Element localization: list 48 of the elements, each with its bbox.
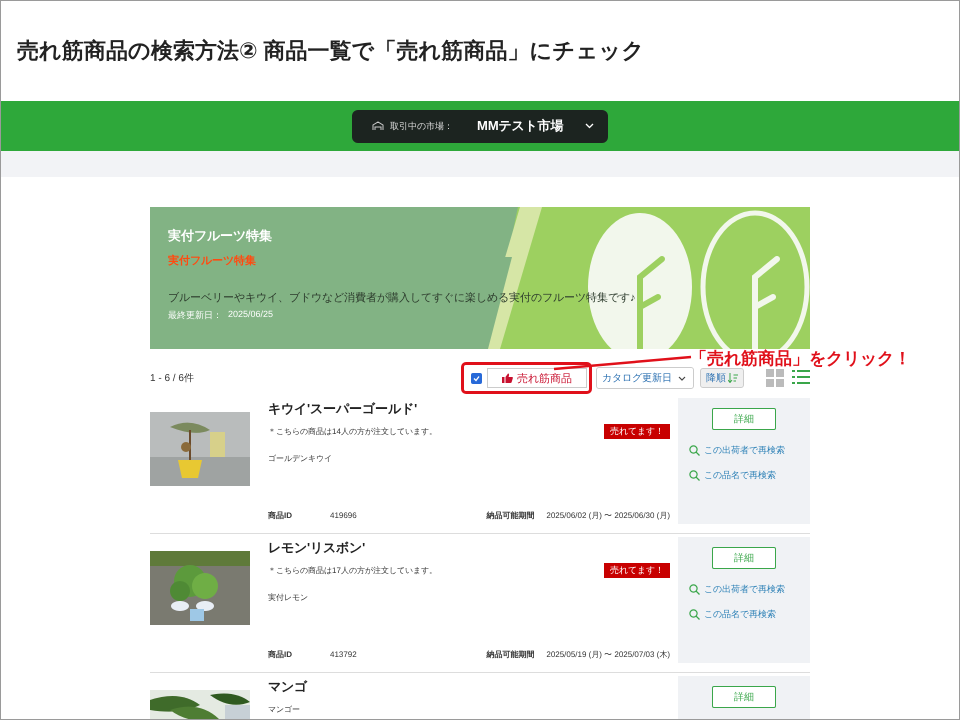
search-link[interactable]: この品名で再検索 [689, 469, 776, 482]
warehouse-icon [372, 121, 384, 131]
search-link[interactable]: この品名で再検索 [689, 608, 776, 621]
chevron-icon [678, 376, 686, 380]
banner-subtitle: 実付フルーツ特集 [168, 254, 257, 268]
slide-title: 売れ筋商品の検索方法② 商品一覧で「売れ筋商品」にチェック [17, 37, 645, 65]
variety-text: ゴールデンキウイ [268, 453, 333, 464]
product-id: 413792 [330, 650, 358, 659]
search-link[interactable]: この出荷者で再検索 [689, 444, 785, 457]
id-label: 商品ID [268, 510, 293, 521]
product-name[interactable]: マンゴ [268, 678, 670, 696]
sort-icon [728, 373, 738, 383]
delivery-period: 2025/05/19 (月) 〜 2025/07/03 (木) [546, 649, 670, 660]
variety-text: 実付レモン [268, 592, 309, 603]
banner-title: 実付フルーツ特集 [168, 227, 273, 245]
bestseller-badge: 売れてます！ [604, 563, 670, 578]
thumbs-up-icon [502, 373, 513, 383]
product-name[interactable]: キウイ'スーパーゴールド' [268, 400, 670, 418]
order-count-note: ＊こちらの商品は14人の方が注文しています。 [268, 426, 437, 437]
search-link[interactable]: この出荷者で再検索 [689, 583, 785, 596]
list-view-icon[interactable] [792, 369, 810, 385]
product-name[interactable]: レモン'リスボン' [268, 539, 670, 557]
checkbox[interactable] [471, 372, 482, 384]
result-count: 1 - 6 / 6件 [150, 372, 195, 385]
product-id: 419696 [330, 511, 358, 520]
search-icon [689, 470, 700, 481]
detail-button[interactable]: 詳細 [712, 547, 776, 569]
id-label: 商品ID [268, 649, 293, 660]
updated-date: 2025/06/25 [228, 309, 274, 321]
updated-label: 最終更新日： [168, 309, 222, 322]
bestseller-badge: 売れてます！ [604, 424, 670, 439]
search-icon [689, 609, 700, 620]
period-label: 納品可能期間 [486, 649, 534, 660]
order-button[interactable]: 降順 [700, 368, 744, 388]
detail-button[interactable]: 詳細 [712, 408, 776, 430]
sort-dropdown[interactable]: カタログ更新日 [596, 367, 694, 389]
variety-text: マンゴー [268, 704, 301, 715]
callout-text: 「売れ筋商品」をクリック！ [690, 348, 911, 370]
bestseller-button[interactable]: 売れ筋商品 [487, 368, 587, 388]
detail-button[interactable]: 詳細 [712, 686, 776, 708]
search-icon [689, 584, 700, 595]
chevron-icon [585, 123, 594, 129]
search-icon [689, 445, 700, 456]
market-selector[interactable]: 取引中の市場： MMテスト市場 [352, 110, 608, 142]
order-count-note: ＊こちらの商品は17人の方が注文しています。 [268, 565, 437, 576]
period-label: 納品可能期間 [486, 510, 534, 521]
grid-view-icon[interactable] [766, 369, 784, 387]
delivery-period: 2025/06/02 (月) 〜 2025/06/30 (月) [546, 510, 670, 521]
